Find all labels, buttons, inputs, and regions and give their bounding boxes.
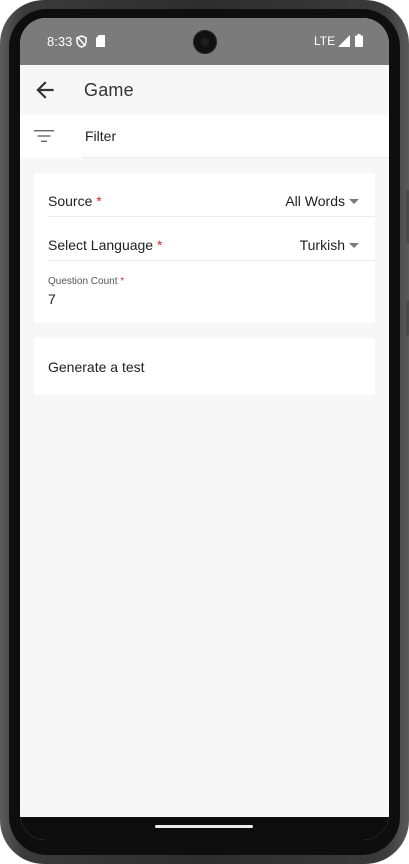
language-dropdown[interactable]: Select Language * Turkish: [48, 217, 375, 261]
arrow-back-icon[interactable]: [32, 77, 58, 103]
front-camera: [193, 30, 217, 54]
phone-frame: 8:33 LTE Game Filter Source * All Words …: [0, 0, 409, 864]
filter-row[interactable]: Filter: [20, 115, 389, 158]
filter-icon-container: [20, 115, 82, 158]
vpn-shield-icon: [76, 35, 87, 48]
navigation-bar: [20, 817, 389, 840]
language-value: Turkish: [299, 237, 345, 253]
test-settings-card: Source * All Words Select Language * Tur…: [34, 173, 375, 323]
filter-label: Filter: [85, 128, 117, 144]
source-label: Source *: [48, 193, 102, 209]
required-mark: *: [156, 237, 163, 253]
language-label: Select Language *: [48, 237, 163, 253]
home-gesture-handle[interactable]: [155, 825, 253, 828]
filter-list-icon[interactable]: [34, 129, 54, 143]
question-count-label: Question Count *: [48, 276, 125, 287]
source-value: All Words: [285, 193, 345, 209]
battery-icon: [355, 34, 363, 47]
network-type: LTE: [314, 34, 336, 48]
source-dropdown[interactable]: Source * All Words: [48, 173, 375, 217]
question-count-field[interactable]: 7: [48, 291, 56, 307]
status-time: 8:33: [47, 34, 73, 49]
sd-card-icon: [96, 35, 105, 47]
signal-icon: [338, 35, 350, 47]
status-bar: 8:33 LTE: [20, 18, 389, 65]
page-title: Game: [84, 80, 134, 100]
filter-header[interactable]: Filter: [82, 115, 389, 158]
dropdown-arrow-icon: [349, 199, 359, 204]
required-mark: *: [120, 276, 125, 287]
generate-test-label: Generate a test: [48, 359, 145, 375]
screen: 8:33 LTE Game Filter Source * All Words …: [20, 18, 389, 840]
generate-test-button[interactable]: Generate a test: [34, 338, 375, 395]
dropdown-arrow-icon: [349, 243, 359, 248]
app-bar: Game: [20, 65, 389, 115]
required-mark: *: [96, 193, 102, 209]
